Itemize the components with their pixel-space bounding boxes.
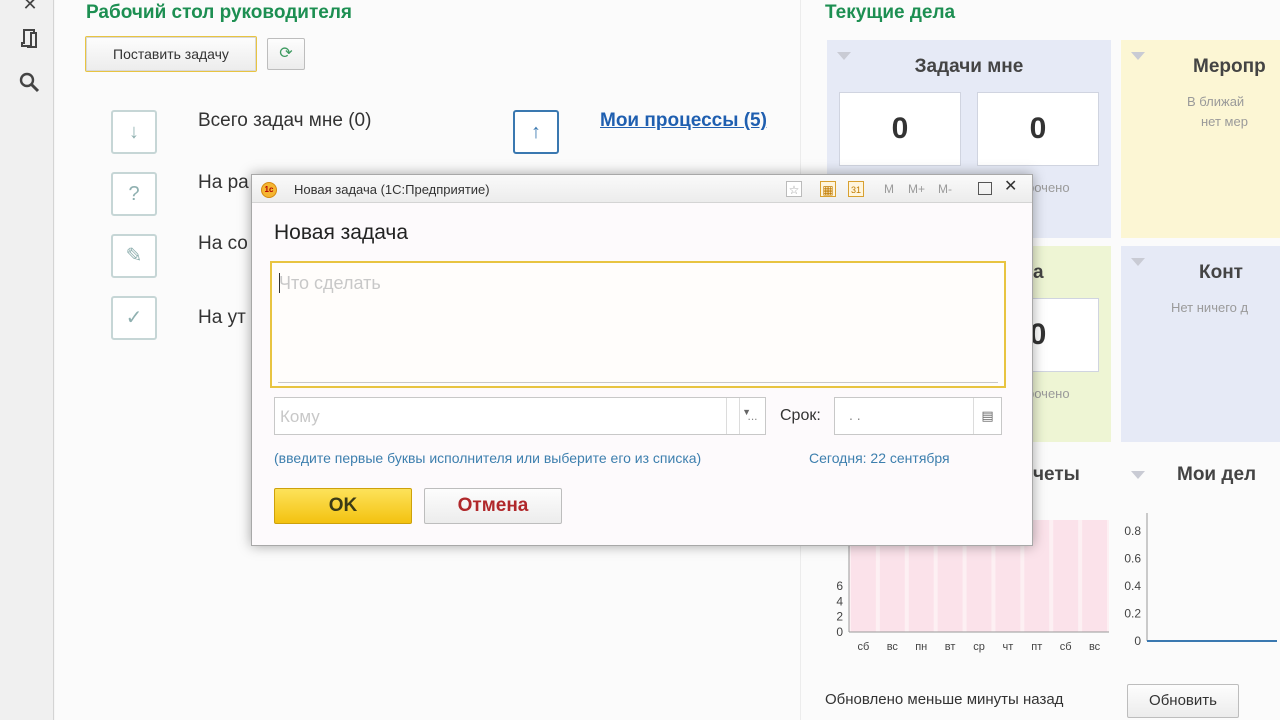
dialog-heading: Новая задача	[274, 221, 409, 244]
tasks-count-box-2[interactable]: 0	[977, 92, 1099, 166]
tasks-tile-title: Задачи мне	[914, 56, 1024, 77]
collapse-arrow-icon[interactable]	[1131, 258, 1145, 266]
memory-minus-icon[interactable]: M-	[938, 181, 952, 197]
cancel-button[interactable]: Отмена	[424, 488, 562, 524]
my-processes-link[interactable]: Мои процессы (5)	[600, 110, 767, 132]
tasks-count-box[interactable]: 0	[839, 92, 961, 166]
x-tick-label: пт	[1031, 641, 1042, 653]
input-underline	[278, 382, 998, 383]
combo-divider	[726, 398, 727, 434]
my-affairs-chart: 0 0.2 0.4 0.6 0.8	[1124, 513, 1277, 648]
refresh-icon[interactable]: ⟳	[267, 38, 305, 70]
today-label: Сегодня: 22 сентября	[809, 450, 950, 466]
y-tick-label: 4	[836, 594, 843, 608]
inbox-clipboard-icon: ↓	[111, 110, 157, 154]
x-tick-label: вт	[945, 641, 956, 653]
x-tick-label: сб	[858, 641, 870, 653]
y-tick-label: 0	[836, 625, 843, 639]
calculator-icon[interactable]: ▦	[820, 181, 836, 197]
calendar-icon[interactable]: 31	[848, 181, 864, 197]
deadline-date-input[interactable]: . . ▤	[834, 397, 1002, 435]
my-affairs-title: Мои дел	[1177, 464, 1257, 485]
current-affairs-title: Текущие дела	[825, 2, 956, 23]
date-mask: . .	[849, 407, 861, 423]
new-task-dialog: 1c Новая задача (1С:Предприятие) ☆ ▦ 31 …	[251, 174, 1033, 546]
history-icon[interactable]	[18, 26, 42, 50]
maximize-icon[interactable]	[978, 182, 992, 195]
x-tick-label: чт	[1002, 641, 1013, 653]
refresh-button[interactable]: Обновить	[1127, 684, 1239, 718]
events-tile[interactable]: Меропр В ближай нет мер	[1121, 40, 1280, 238]
assignee-hint: (введите первые буквы исполнителя или вы…	[274, 450, 702, 466]
memory-icon[interactable]: M	[884, 181, 894, 197]
y-tick-label: 0	[1134, 634, 1141, 648]
events-line2: нет мер	[1201, 114, 1248, 129]
question-clipboard-icon: ?	[111, 172, 157, 216]
category-column	[1082, 520, 1107, 632]
x-tick-label: пн	[915, 641, 927, 653]
check-clipboard-icon: ✓	[111, 296, 157, 340]
x-tick-label: сб	[1060, 641, 1072, 653]
x-tick-label: вс	[887, 641, 899, 653]
collapse-arrow-icon[interactable]	[1131, 52, 1145, 60]
assignee-combobox[interactable]: Кому ▼ ...	[274, 397, 766, 435]
calendar-picker-icon[interactable]: ▤	[973, 398, 1001, 434]
y-tick-label: 0.6	[1124, 552, 1141, 566]
ok-button[interactable]: OK	[274, 488, 412, 524]
dialog-window-title: Новая задача (1С:Предприятие)	[294, 182, 490, 197]
left-toolbar: ✕	[0, 0, 54, 720]
edit-clipboard-icon: ✎	[111, 234, 157, 278]
task-description-placeholder: Что сделать	[279, 273, 381, 293]
overdue-label: рочено	[1027, 180, 1070, 195]
total-tasks-label[interactable]: Всего задач мне (0)	[198, 110, 371, 132]
confirm-label[interactable]: На ут	[198, 307, 246, 329]
y-tick-label: 2	[836, 610, 843, 624]
events-line1: В ближай	[1187, 94, 1245, 109]
control-tile-title: Конт	[1199, 262, 1243, 283]
desktop-title: Рабочий стол руководителя	[86, 2, 352, 23]
search-icon[interactable]	[18, 72, 42, 96]
assigned-tile-title: а	[1033, 262, 1044, 283]
task-description-input[interactable]: Что сделать	[270, 261, 1006, 388]
control-tile[interactable]: Конт Нет ничего д	[1121, 246, 1280, 442]
close-icon[interactable]: ✕	[1004, 179, 1017, 195]
assigned-overdue-label: рочено	[1027, 386, 1070, 401]
processes-clipboard-icon: ↑	[513, 110, 559, 154]
in-work-label[interactable]: На ра	[198, 172, 249, 194]
y-tick-label: 0.2	[1124, 607, 1141, 621]
close-icon[interactable]: ✕	[18, 0, 42, 16]
assign-task-button[interactable]: Поставить задачу	[85, 36, 257, 72]
deadline-label: Срок:	[780, 407, 821, 424]
dialog-titlebar[interactable]: 1c Новая задача (1С:Предприятие) ☆ ▦ 31 …	[252, 175, 1032, 203]
assignee-placeholder: Кому	[280, 407, 320, 426]
y-tick-label: 6	[836, 579, 843, 593]
favorite-icon[interactable]: ☆	[786, 181, 802, 197]
category-column	[1053, 520, 1079, 632]
reports-title: четы	[1033, 464, 1080, 485]
events-tile-title: Меропр	[1193, 56, 1266, 77]
app-logo-icon: 1c	[261, 182, 277, 198]
collapse-arrow-icon[interactable]	[1131, 471, 1145, 479]
y-tick-label: 0.4	[1124, 579, 1141, 593]
updated-text: Обновлено меньше минуты назад	[825, 691, 1064, 708]
approval-label[interactable]: На со	[198, 233, 248, 255]
y-tick-label: 0.8	[1124, 524, 1141, 538]
select-from-list-button[interactable]: ...	[739, 398, 765, 434]
memory-plus-icon[interactable]: M+	[908, 181, 925, 197]
x-tick-label: ср	[973, 641, 985, 653]
x-tick-label: вс	[1089, 641, 1101, 653]
control-empty-text: Нет ничего д	[1171, 300, 1249, 315]
